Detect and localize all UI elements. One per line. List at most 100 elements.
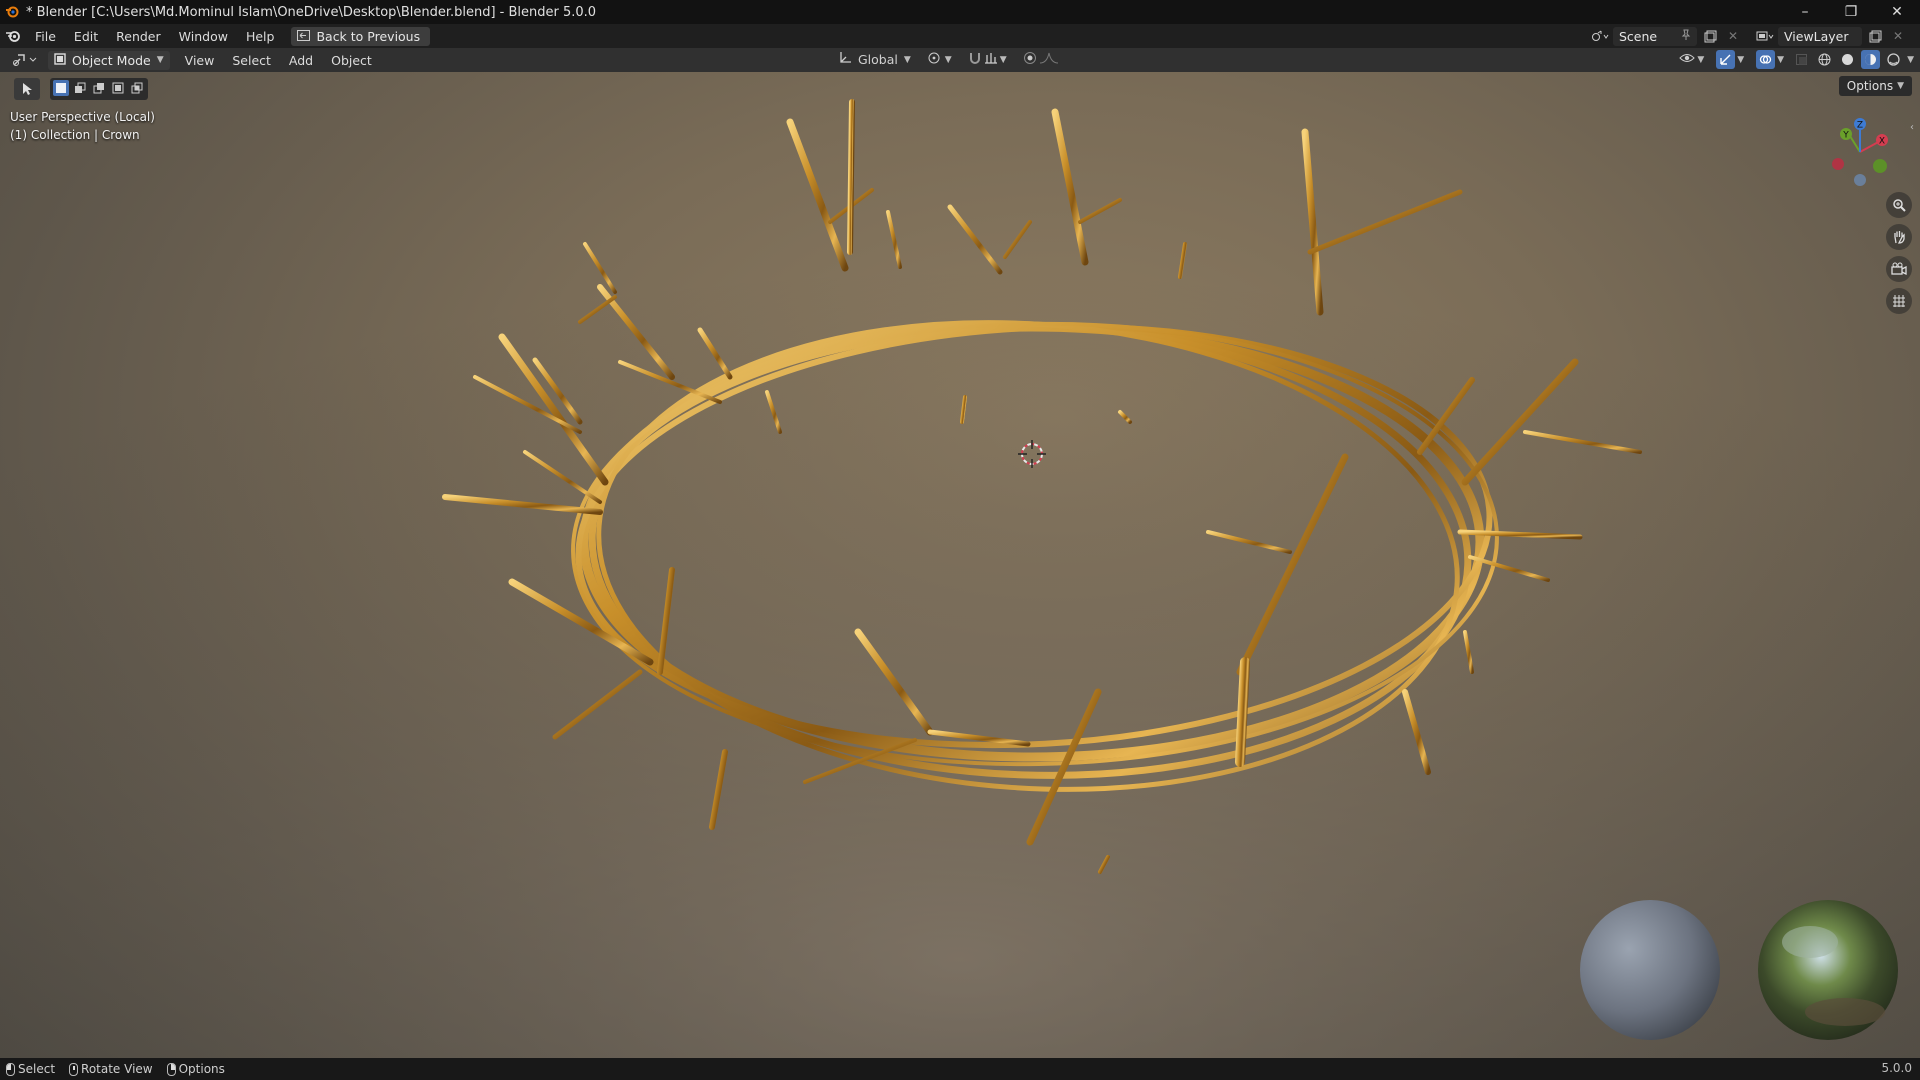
editor-type-icon[interactable]: [8, 51, 42, 70]
blender-app-icon: [0, 0, 24, 24]
minimize-button[interactable]: –: [1782, 0, 1828, 24]
back-to-previous-button[interactable]: Back to Previous: [291, 26, 431, 46]
select-subtract-icon[interactable]: [91, 80, 107, 96]
status-options-label: Options: [178, 1062, 225, 1076]
object-mode-icon: [54, 52, 66, 68]
rendered-shading-icon[interactable]: [1884, 50, 1903, 69]
3d-viewport[interactable]: User Perspective (Local) (1) Collection …: [0, 72, 1920, 1058]
overlays-toggle[interactable]: ▼: [1752, 50, 1788, 69]
title-bar: * Blender [C:\Users\Md.Mominul Islam\One…: [0, 0, 1920, 24]
snapping-toggle[interactable]: ▼: [964, 50, 1011, 69]
falloff-curve-icon: [1039, 51, 1059, 68]
select-extend-icon[interactable]: [72, 80, 88, 96]
perspective-label: User Perspective (Local): [10, 110, 155, 124]
version-label: 5.0.0: [1881, 1061, 1912, 1075]
proportional-editing-toggle[interactable]: [1019, 50, 1063, 69]
scene-name-field[interactable]: Scene: [1613, 26, 1697, 46]
menu-view[interactable]: View: [176, 53, 224, 68]
status-rotate-label: Rotate View: [81, 1062, 153, 1076]
orientation-axes-icon: [838, 51, 852, 68]
svg-text:Y: Y: [1842, 131, 1849, 141]
menu-file[interactable]: File: [26, 29, 65, 44]
options-dropdown[interactable]: Options ▼: [1838, 76, 1912, 96]
navigation-tools: [1886, 192, 1912, 314]
menu-object[interactable]: Object: [322, 53, 381, 68]
window-title: * Blender [C:\Users\Md.Mominul Islam\One…: [26, 4, 597, 20]
shading-options-chevron-icon[interactable]: ▼: [1907, 55, 1914, 65]
ortho-grid-icon[interactable]: [1886, 288, 1912, 314]
viewport-scene: [0, 72, 1920, 1058]
collection-label: (1) Collection | Crown: [10, 128, 140, 142]
status-rotate-hint: Rotate View: [69, 1062, 153, 1076]
view-layer-field[interactable]: ViewLayer: [1778, 26, 1862, 46]
chevron-down-icon: ▼: [1697, 54, 1705, 65]
view-layer-name: ViewLayer: [1784, 28, 1849, 44]
solid-shading-icon[interactable]: [1838, 50, 1857, 69]
object-visibility-dropdown[interactable]: ▼: [1675, 50, 1708, 69]
select-tool-button[interactable]: [14, 78, 40, 100]
object-mode-label: Object Mode: [72, 52, 151, 68]
back-to-previous-label: Back to Previous: [316, 28, 421, 44]
remove-scene-icon[interactable]: ✕: [1723, 27, 1743, 46]
top-menu-bar: File Edit Render Window Help Back to Pre…: [0, 24, 1920, 48]
menu-add[interactable]: Add: [280, 53, 322, 68]
zoom-icon[interactable]: [1886, 192, 1912, 218]
status-options-hint: Options: [166, 1062, 225, 1076]
new-view-layer-icon[interactable]: [1865, 27, 1885, 46]
pivot-point-icon: [927, 51, 943, 68]
gizmo-icon: [1716, 50, 1736, 69]
chevron-down-icon: ▼: [999, 54, 1007, 65]
viewport-info-overlay: User Perspective (Local) (1) Collection …: [10, 108, 155, 144]
new-scene-icon[interactable]: [1700, 27, 1720, 46]
chevron-down-icon: ▼: [1737, 54, 1745, 65]
pan-hand-icon[interactable]: [1886, 224, 1912, 250]
chevron-down-icon: ▼: [1897, 81, 1904, 91]
transform-orientation-dropdown[interactable]: Global ▼: [834, 50, 915, 69]
svg-text:Z: Z: [1857, 121, 1863, 131]
transform-orientation-label: Global: [858, 52, 898, 67]
chevron-down-icon: ▼: [903, 54, 911, 65]
chevron-down-icon: ▼: [944, 54, 952, 65]
object-mode-dropdown[interactable]: Object Mode ▼: [48, 50, 170, 70]
snap-increment-icon: [984, 51, 998, 68]
menu-edit[interactable]: Edit: [65, 29, 107, 44]
matcap-preview-sphere: [1580, 900, 1720, 1040]
blender-menu-icon[interactable]: [0, 29, 26, 43]
menu-help[interactable]: Help: [237, 29, 284, 44]
gizmos-toggle[interactable]: ▼: [1712, 50, 1748, 69]
overlays-icon: [1756, 50, 1776, 69]
navigation-gizmo[interactable]: Z Y X: [1820, 112, 1900, 192]
back-screen-icon: [297, 29, 311, 44]
menu-window[interactable]: Window: [170, 29, 237, 44]
scene-name: Scene: [1619, 28, 1658, 44]
selection-mode-group: [50, 78, 148, 100]
menu-select[interactable]: Select: [223, 53, 280, 68]
xray-toggle-icon[interactable]: [1792, 50, 1811, 69]
menu-render[interactable]: Render: [107, 29, 170, 44]
maximize-button[interactable]: ❐: [1828, 0, 1874, 24]
view-layer-icon[interactable]: [1755, 27, 1775, 46]
select-invert-icon[interactable]: [110, 80, 126, 96]
status-select-label: Select: [18, 1062, 56, 1076]
chevron-down-icon: ▼: [156, 55, 164, 65]
tool-settings-row: [14, 78, 148, 100]
select-intersect-icon[interactable]: [129, 80, 145, 96]
proportional-editing-icon: [1023, 51, 1037, 68]
sidebar-toggle-icon[interactable]: ‹: [1910, 122, 1920, 140]
pivot-point-dropdown[interactable]: ▼: [923, 50, 956, 69]
camera-view-icon[interactable]: [1886, 256, 1912, 282]
svg-text:X: X: [1879, 137, 1885, 147]
mouse-middle-icon: [69, 1062, 79, 1076]
scene-icon[interactable]: [1590, 27, 1610, 46]
material-preview-shading-icon[interactable]: [1861, 50, 1881, 69]
options-label: Options: [1846, 79, 1894, 93]
select-new-icon[interactable]: [53, 80, 69, 96]
status-select-hint: Select: [6, 1062, 55, 1076]
pin-icon[interactable]: [1681, 29, 1691, 44]
snap-magnet-icon: [968, 51, 982, 68]
mouse-right-icon: [166, 1062, 176, 1076]
wireframe-shading-icon[interactable]: [1815, 50, 1834, 69]
close-button[interactable]: ✕: [1874, 0, 1920, 24]
remove-view-layer-icon[interactable]: ✕: [1888, 27, 1908, 46]
status-bar: Select Rotate View Options 5.0.0: [0, 1058, 1920, 1080]
